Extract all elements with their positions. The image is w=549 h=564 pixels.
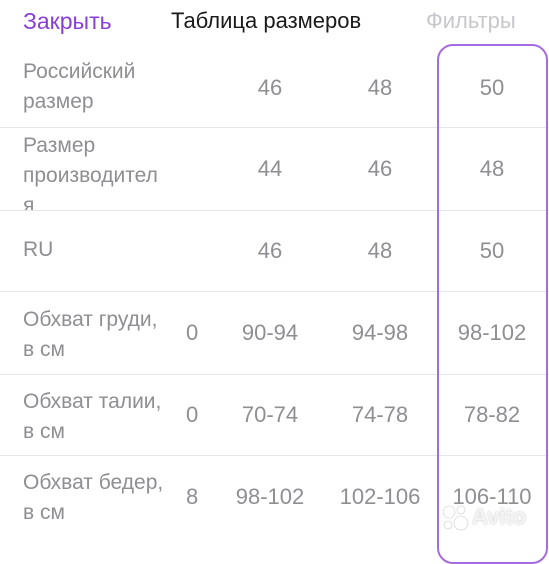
row-label-line: размер [23,90,94,113]
page-title: Таблица размеров [171,8,362,33]
row-label-line: производител [23,164,158,187]
size-cell: 44 [257,156,283,181]
size-cell: 46 [367,156,393,181]
row-label-line: в см [23,338,65,361]
row-label: Обхват талии, в см [23,387,185,447]
row-label-line: Обхват бедер, [23,471,164,494]
watermark-text: Avito [472,504,527,529]
row-label-line: Российский [23,60,136,83]
header-bar: Закрыть Таблица размеров Фильтры [0,0,549,44]
size-cell-extra: 0 [186,402,199,427]
avito-watermark: Avito [440,500,548,534]
close-button[interactable]: Закрыть [23,8,112,35]
size-cell: 48 [367,75,393,100]
size-cell: 48 [367,238,393,263]
size-cell-extra: 0 [186,320,199,345]
size-cell-extra: 8 [186,484,199,509]
size-cell: 46 [257,75,283,100]
avito-logo-icon [442,505,469,531]
row-label: RU [23,235,185,265]
row-label-line: в см [23,420,65,443]
row-label-line: RU [23,238,54,261]
row-label-line: в см [23,501,65,524]
size-cell: 94-98 [351,320,409,345]
row-label: Российский размер [23,57,185,117]
row-label: Обхват груди, в см [23,305,185,365]
filters-button[interactable]: Фильтры [426,8,516,34]
size-cell: 98-102 [235,484,305,509]
selected-size-column-highlight [437,44,548,564]
row-label-line: я [23,194,35,210]
size-cell: 74-78 [351,402,409,427]
size-cell: 102-106 [339,484,421,509]
row-label-line: Обхват талии, [23,390,162,413]
size-cell: 70-74 [241,402,299,427]
size-cell: 46 [257,238,283,263]
row-label-line: Размер [23,134,96,157]
size-cell: 90-94 [241,320,299,345]
row-label: Обхват бедер, в см [23,468,185,528]
row-label-line: Обхват груди, [23,308,158,331]
row-label: Размер производител я [23,131,185,210]
